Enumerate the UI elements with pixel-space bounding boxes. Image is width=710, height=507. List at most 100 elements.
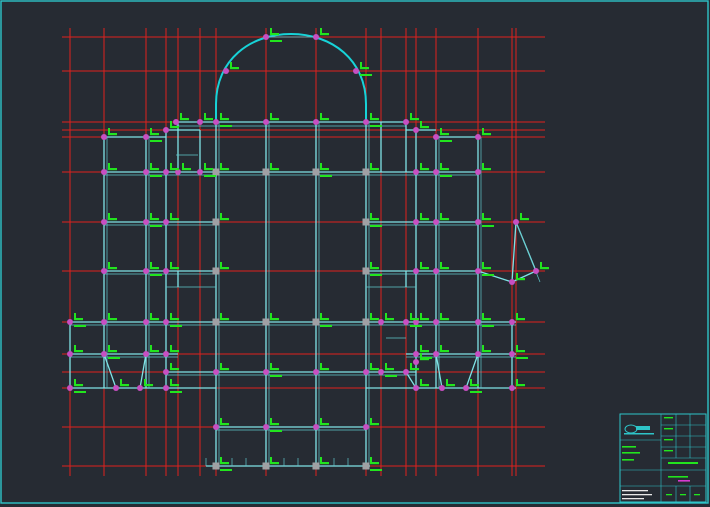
column-label-tag [220,213,229,221]
beam-layout [69,32,541,467]
column-marker [263,34,269,40]
column-marker [312,168,320,176]
title-block [619,413,707,503]
column-marker [263,369,269,375]
column-label-tag [370,163,379,171]
column-label-tag [170,379,182,393]
column-marker [67,385,73,391]
column-marker [413,351,419,357]
column-marker [163,268,169,274]
column-marker [223,68,229,74]
column-label-tag [230,62,239,70]
column-marker [263,119,269,125]
column-label-tag [410,113,419,121]
column-marker [137,385,143,391]
column-marker [475,268,481,274]
column-marker [313,369,319,375]
column-label-tag [370,313,379,321]
column-label-tag [482,163,491,171]
cad-floor-plan[interactable] [0,0,710,507]
column-label-tag [270,313,279,321]
column-marker [262,168,270,176]
column-marker [213,119,219,125]
column-label-tag [108,163,117,171]
column-label-tag [440,262,449,270]
column-marker [413,169,419,175]
column-marker [433,351,439,357]
column-marker [212,462,220,470]
column-marker [509,351,515,357]
column-marker [212,218,220,226]
column-marker [413,268,419,274]
column-label-tag [74,345,83,353]
column-marker [413,385,419,391]
column-marker [475,319,481,325]
column-marker [163,351,169,357]
column-marker [475,134,481,140]
column-label-tag [270,457,279,465]
column-marker [312,318,320,326]
column-marker [433,268,439,274]
column-marker [212,318,220,326]
column-marker [213,369,219,375]
column-marker [67,319,73,325]
column-marker [263,424,269,430]
column-marker [143,134,149,140]
column-marker [143,319,149,325]
column-label-tag [440,313,449,321]
column-marker [362,462,370,470]
column-marker [413,127,419,133]
column-label-tag [320,457,329,465]
column-label-tag [420,379,429,387]
column-label-tag [220,113,232,127]
column-marker [475,351,481,357]
column-marker [212,168,220,176]
column-label-tag [220,313,229,321]
column-label-tag [516,379,525,387]
column-marker [403,119,409,125]
column-marker [262,462,270,470]
column-marker [509,319,515,325]
column-marker [197,169,203,175]
column-label-tag [540,262,549,270]
column-marker [363,424,369,430]
column-label-tag [516,313,525,321]
column-label-tag [108,313,117,321]
column-label-tag [270,163,279,171]
column-marker [475,219,481,225]
column-marker [173,119,179,125]
column-label-tag [385,313,394,321]
column-label-tag [370,418,379,426]
column-marker [163,385,169,391]
column-marker [101,351,107,357]
column-label-tag [440,213,449,221]
column-label-tag [420,163,429,171]
column-label-tag [482,128,491,136]
column-marker [313,424,319,430]
column-marker [143,219,149,225]
column-marker [363,119,369,125]
column-label-tag [220,363,229,371]
column-label-tag [270,113,279,121]
column-label-tag [220,262,229,270]
column-marker [475,169,481,175]
column-label-tag [370,457,382,471]
company-logo-icon [624,424,654,435]
column-label-tag [144,379,153,387]
column-marker [362,318,370,326]
column-marker [509,279,515,285]
column-marker [143,351,149,357]
column-marker [433,169,439,175]
column-marker [312,462,320,470]
column-label-tag [180,113,189,121]
column-label-tag [220,457,232,471]
axis-grid [62,28,545,476]
column-label-tag [420,262,429,270]
column-label-tag [370,363,379,371]
column-marker [413,219,419,225]
column-marker [363,369,369,375]
column-markers [67,34,539,470]
column-marker [433,134,439,140]
column-label-tag [74,379,86,393]
column-label-tag [220,163,229,171]
